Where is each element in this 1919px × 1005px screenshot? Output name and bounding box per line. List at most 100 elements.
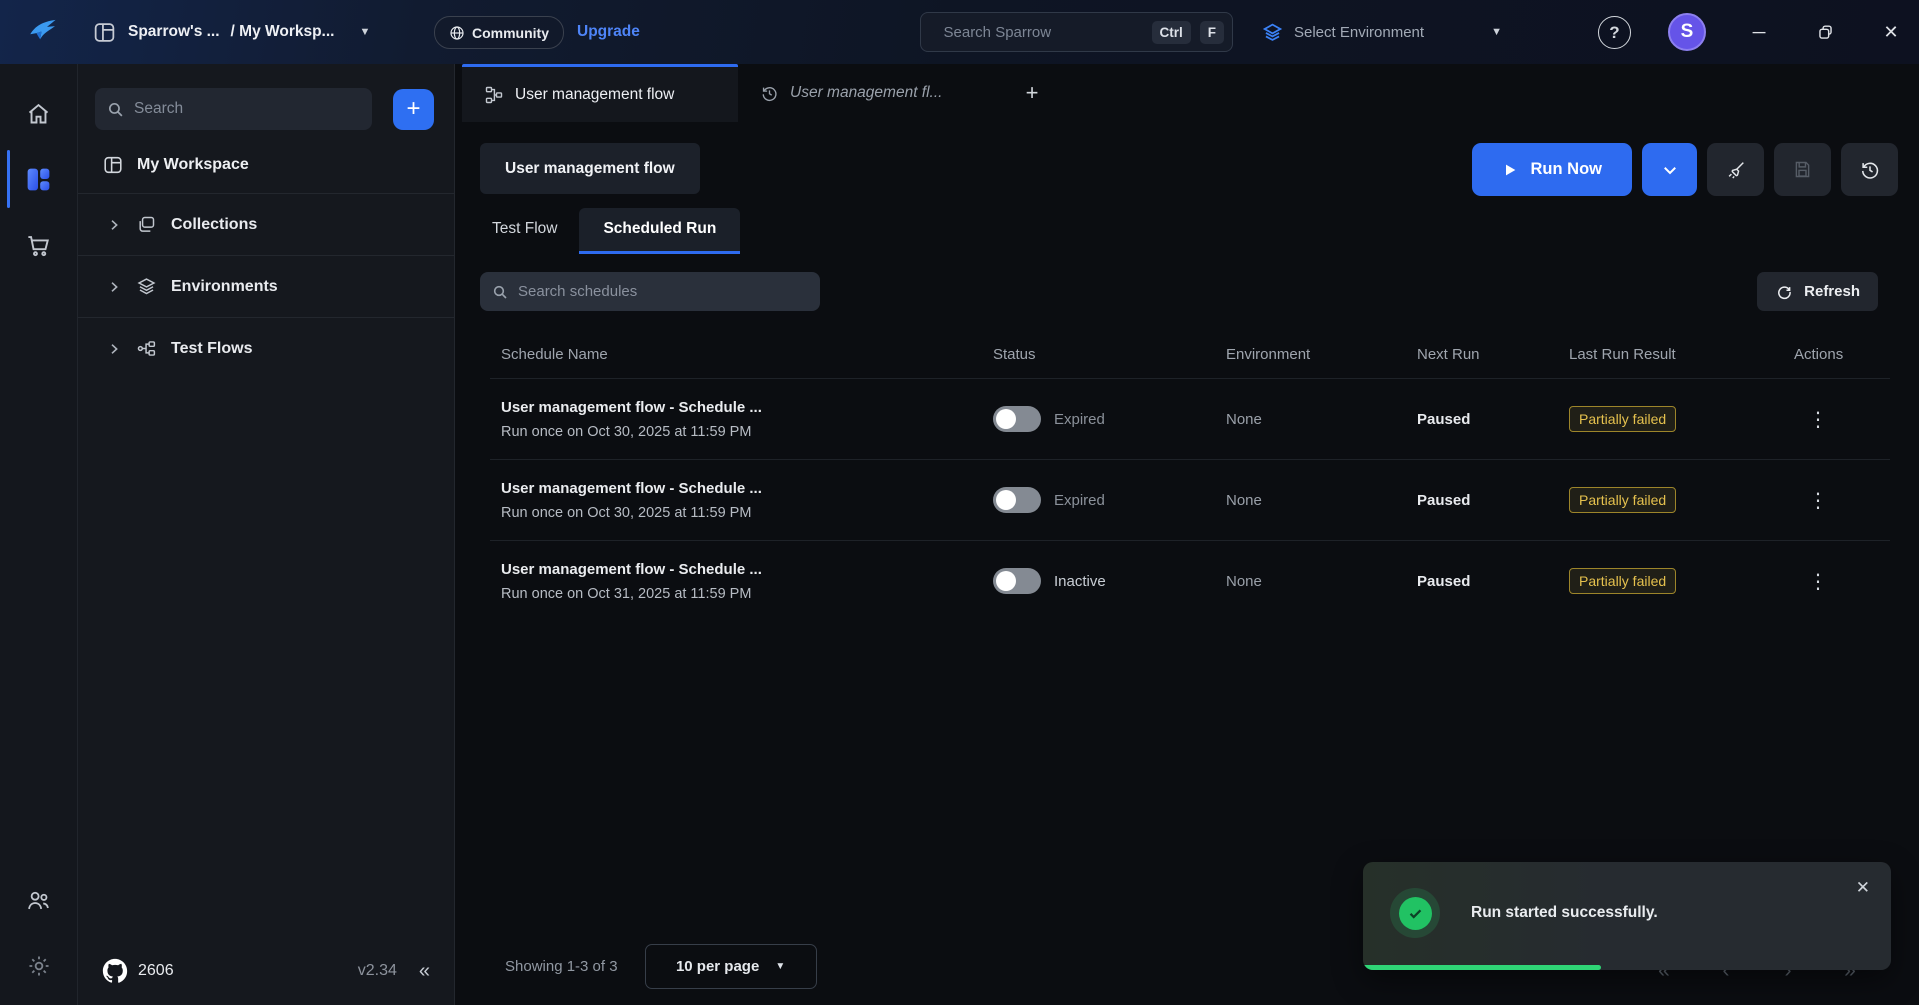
global-search-input[interactable] bbox=[944, 24, 1143, 41]
schedule-search[interactable] bbox=[480, 272, 820, 311]
new-tab-button[interactable]: + bbox=[1012, 64, 1052, 122]
per-page-value: 10 per page bbox=[676, 958, 759, 975]
table-footer: Showing 1-3 of 3 10 per page ▼ bbox=[505, 944, 817, 989]
chevron-down-icon[interactable]: ▼ bbox=[359, 26, 370, 38]
chevron-right-icon[interactable] bbox=[106, 217, 122, 233]
run-now-label: Run Now bbox=[1531, 160, 1603, 179]
marketplace-nav-button[interactable] bbox=[0, 224, 78, 266]
tab-scheduled-run[interactable]: Scheduled Run bbox=[579, 208, 740, 254]
help-button[interactable]: ? bbox=[1598, 16, 1631, 49]
sidebar-search[interactable] bbox=[95, 88, 372, 130]
close-button[interactable]: ✕ bbox=[1877, 18, 1905, 46]
column-header: Schedule Name bbox=[490, 346, 982, 363]
column-header: Environment bbox=[1215, 346, 1406, 363]
global-search[interactable]: Ctrl F bbox=[920, 12, 1233, 52]
status-toggle[interactable] bbox=[993, 568, 1041, 594]
app-version: v2.34 bbox=[358, 962, 397, 980]
status-toggle[interactable] bbox=[993, 487, 1041, 513]
run-history-button[interactable] bbox=[1841, 143, 1898, 196]
next-run-value: Paused bbox=[1406, 573, 1558, 590]
column-header: Next Run bbox=[1406, 346, 1558, 363]
chevron-right-icon[interactable] bbox=[106, 341, 122, 357]
collapse-sidebar-icon[interactable]: « bbox=[419, 960, 430, 983]
chevron-down-icon[interactable]: ▼ bbox=[1491, 26, 1502, 38]
tab-test-flow[interactable]: Test Flow bbox=[490, 208, 559, 254]
kebab-menu-icon[interactable]: ⋮ bbox=[1794, 407, 1842, 433]
github-stars[interactable]: 2606 bbox=[102, 958, 174, 984]
tab-label: User management fl... bbox=[790, 84, 942, 102]
toast-progress-bar bbox=[1363, 965, 1601, 970]
column-header: Actions bbox=[1783, 346, 1890, 363]
column-header: Last Run Result bbox=[1558, 346, 1783, 363]
restore-icon bbox=[1816, 23, 1835, 42]
environment-value: None bbox=[1215, 573, 1406, 590]
status-toggle[interactable] bbox=[993, 406, 1041, 432]
app-window: Sparrow's ... / My Worksp... ▼ Community… bbox=[0, 0, 1919, 1005]
run-options-button[interactable] bbox=[1642, 143, 1697, 196]
members-nav-button[interactable] bbox=[0, 879, 78, 921]
current-workspace[interactable]: My Workspace bbox=[78, 148, 454, 193]
layers-icon bbox=[1262, 22, 1283, 43]
sidebar: + My Workspace Collections Environments bbox=[78, 64, 455, 1005]
maximize-button[interactable] bbox=[1811, 18, 1839, 46]
run-now-button[interactable]: Run Now bbox=[1472, 143, 1633, 196]
workspace-icon bbox=[102, 154, 124, 176]
settings-nav-button[interactable] bbox=[0, 945, 78, 987]
chevron-down-icon: ▼ bbox=[775, 961, 785, 972]
avatar[interactable]: S bbox=[1668, 13, 1706, 51]
toggle-knob bbox=[996, 490, 1016, 510]
table-row[interactable]: User management flow - Schedule ... Run … bbox=[490, 540, 1890, 621]
workspace-name: Sparrow's ... bbox=[128, 23, 220, 41]
schedule-recurrence: Run once on Oct 30, 2025 at 11:59 PM bbox=[501, 424, 982, 440]
window-controls: ─ ✕ bbox=[1745, 0, 1905, 64]
table-row[interactable]: User management flow - Schedule ... Run … bbox=[490, 459, 1890, 540]
column-header: Status bbox=[982, 346, 1215, 363]
cart-icon bbox=[25, 232, 52, 259]
chevron-right-icon[interactable] bbox=[106, 279, 122, 295]
sidebar-item-label: Collections bbox=[171, 216, 257, 234]
sidebar-item-label: Environments bbox=[171, 278, 278, 296]
per-page-dropdown[interactable]: 10 per page ▼ bbox=[645, 944, 817, 989]
refresh-button[interactable]: Refresh bbox=[1757, 272, 1878, 311]
workspace-nav-button[interactable] bbox=[0, 158, 78, 200]
sidebar-item-environments[interactable]: Environments bbox=[78, 255, 454, 317]
upgrade-link[interactable]: Upgrade bbox=[577, 0, 640, 64]
toast-close-icon[interactable]: ✕ bbox=[1856, 878, 1870, 898]
home-nav-button[interactable] bbox=[0, 92, 78, 134]
kebab-menu-icon[interactable]: ⋮ bbox=[1794, 488, 1842, 514]
table-row[interactable]: User management flow - Schedule ... Run … bbox=[490, 378, 1890, 459]
tab-user-management-flow-2[interactable]: User management fl... bbox=[738, 64, 1012, 122]
environment-selector[interactable]: Select Environment ▼ bbox=[1262, 0, 1502, 64]
schedule-search-input[interactable] bbox=[518, 283, 808, 300]
history-icon bbox=[1859, 159, 1881, 181]
sidebar-item-collections[interactable]: Collections bbox=[78, 193, 454, 255]
add-new-button[interactable]: + bbox=[393, 89, 434, 130]
environment-value: None bbox=[1215, 411, 1406, 428]
github-star-count: 2606 bbox=[138, 962, 174, 980]
tab-user-management-flow[interactable]: User management flow bbox=[462, 64, 738, 122]
status-label: Inactive bbox=[1054, 573, 1106, 590]
schedule-name: User management flow - Schedule ... bbox=[501, 399, 982, 416]
flow-icon bbox=[484, 85, 504, 105]
save-button[interactable] bbox=[1774, 143, 1831, 196]
schedules-table: Schedule Name Status Environment Next Ru… bbox=[490, 330, 1890, 621]
community-button[interactable]: Community bbox=[434, 16, 564, 49]
sidebar-search-input[interactable] bbox=[134, 100, 360, 118]
home-icon bbox=[25, 100, 52, 127]
toast-notification: Run started successfully. ✕ bbox=[1363, 862, 1891, 970]
last-run-result-badge: Partially failed bbox=[1569, 406, 1676, 432]
sidebar-footer: 2606 v2.34 « bbox=[78, 947, 454, 1005]
history-icon bbox=[760, 84, 779, 103]
f-key-badge: F bbox=[1200, 21, 1224, 44]
table-body: User management flow - Schedule ... Run … bbox=[490, 378, 1890, 621]
success-check-icon bbox=[1399, 897, 1432, 930]
top-bar: Sparrow's ... / My Worksp... ▼ Community… bbox=[0, 0, 1919, 64]
flow-subtabs: Test Flow Scheduled Run bbox=[490, 208, 740, 254]
clear-canvas-button[interactable] bbox=[1707, 143, 1764, 196]
collections-icon bbox=[136, 214, 157, 235]
workspace-switcher[interactable]: Sparrow's ... / My Worksp... ▼ bbox=[92, 0, 370, 64]
minimize-button[interactable]: ─ bbox=[1745, 18, 1773, 46]
schedule-name: User management flow - Schedule ... bbox=[501, 561, 982, 578]
kebab-menu-icon[interactable]: ⋮ bbox=[1794, 569, 1842, 595]
sidebar-item-test-flows[interactable]: Test Flows bbox=[78, 317, 454, 379]
